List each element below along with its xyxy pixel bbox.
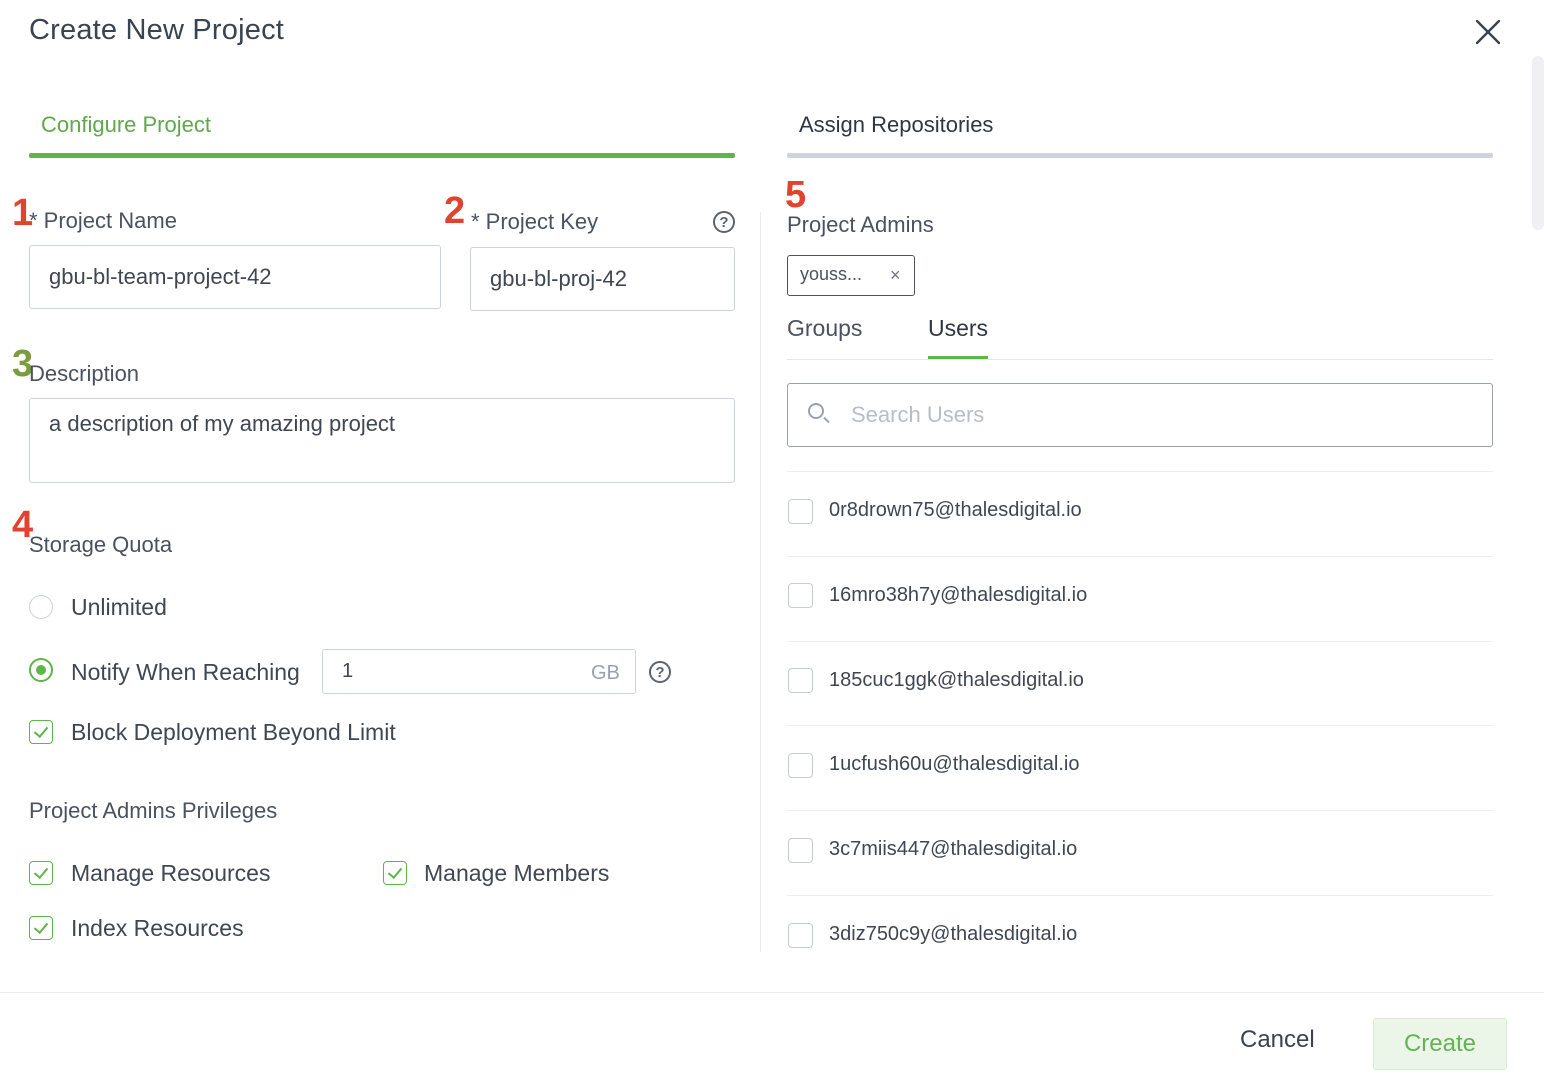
radio-notify-label: Notify When Reaching <box>71 659 300 685</box>
project-name-value: gbu-bl-team-project-42 <box>49 264 272 289</box>
storage-quota-label: Storage Quota <box>29 532 173 557</box>
list-divider <box>787 725 1493 726</box>
project-key-label: * Project Key <box>471 209 599 234</box>
admin-chip-label: youss... <box>800 264 863 284</box>
user-email: 16mro38h7y@thalesdigital.io <box>829 584 1088 606</box>
tab-groups[interactable]: Groups <box>787 315 862 342</box>
block-deployment-label: Block Deployment Beyond Limit <box>71 719 396 745</box>
privileges-label: Project Admins Privileges <box>29 798 278 823</box>
annotation-5: 5 <box>785 174 807 216</box>
project-name-label: * Project Name <box>29 208 177 233</box>
tab-users-indicator <box>928 356 988 359</box>
manage-resources-label: Manage Resources <box>71 860 271 886</box>
checkbox-manage-resources[interactable] <box>29 861 53 885</box>
list-divider <box>787 895 1493 896</box>
scrollbar[interactable] <box>1532 56 1544 230</box>
tab-users[interactable]: Users <box>928 315 988 342</box>
project-admins-label: Project Admins <box>787 212 934 237</box>
manage-members-label: Manage Members <box>424 860 610 886</box>
list-divider <box>787 471 1493 472</box>
user-email: 3c7miis447@thalesdigital.io <box>829 838 1078 860</box>
footer-divider <box>0 992 1544 993</box>
description-value: a description of my amazing project <box>49 411 396 436</box>
user-checkbox[interactable] <box>788 668 813 693</box>
close-icon[interactable] <box>1472 16 1504 48</box>
cancel-button[interactable]: Cancel <box>1240 1026 1315 1054</box>
user-checkbox[interactable] <box>788 838 813 863</box>
user-email: 0r8drown75@thalesdigital.io <box>829 499 1082 521</box>
project-key-help-icon[interactable]: ? <box>713 211 735 233</box>
radio-unlimited-label: Unlimited <box>71 594 167 620</box>
checkbox-manage-members[interactable] <box>383 861 407 885</box>
search-placeholder: Search Users <box>851 402 985 427</box>
quota-unit: GB <box>591 662 620 684</box>
user-checkbox[interactable] <box>788 499 813 524</box>
list-divider <box>787 556 1493 557</box>
quota-help-icon[interactable]: ? <box>649 661 671 683</box>
dialog-title: Create New Project <box>29 14 285 46</box>
index-resources-label: Index Resources <box>71 915 244 941</box>
checkbox-block-deployment[interactable] <box>29 720 53 744</box>
step-tab-configure-project[interactable]: Configure Project <box>41 112 211 138</box>
user-checkbox[interactable] <box>788 753 813 778</box>
step-progress-bar-inactive <box>787 153 1493 158</box>
quota-limit-input[interactable]: 1 GB <box>322 649 636 694</box>
annotation-2: 2 <box>444 190 466 232</box>
step-progress-bar-active <box>29 153 735 158</box>
checkbox-index-resources[interactable] <box>29 916 53 940</box>
description-textarea[interactable]: a description of my amazing project <box>29 398 735 483</box>
project-key-value: gbu-bl-proj-42 <box>490 266 627 291</box>
create-button[interactable]: Create <box>1373 1018 1507 1070</box>
quota-limit-value: 1 <box>342 660 354 682</box>
user-email: 185cuc1ggk@thalesdigital.io <box>829 669 1084 691</box>
chip-remove-icon[interactable]: × <box>890 265 901 286</box>
radio-notify-when-reaching[interactable] <box>29 658 53 682</box>
user-email: 3diz750c9y@thalesdigital.io <box>829 923 1078 945</box>
project-key-input[interactable]: gbu-bl-proj-42 <box>470 247 735 311</box>
tabs-divider <box>787 359 1493 360</box>
list-divider <box>787 641 1493 642</box>
user-email: 1ucfush60u@thalesdigital.io <box>829 753 1080 775</box>
project-name-input[interactable]: gbu-bl-team-project-42 <box>29 245 441 309</box>
radio-unlimited[interactable] <box>29 595 53 619</box>
list-divider <box>787 810 1493 811</box>
column-divider <box>760 212 761 952</box>
step-tab-assign-repositories[interactable]: Assign Repositories <box>799 112 993 138</box>
description-label: Description <box>29 361 140 386</box>
user-checkbox[interactable] <box>788 923 813 948</box>
search-icon <box>808 403 824 419</box>
user-checkbox[interactable] <box>788 583 813 608</box>
